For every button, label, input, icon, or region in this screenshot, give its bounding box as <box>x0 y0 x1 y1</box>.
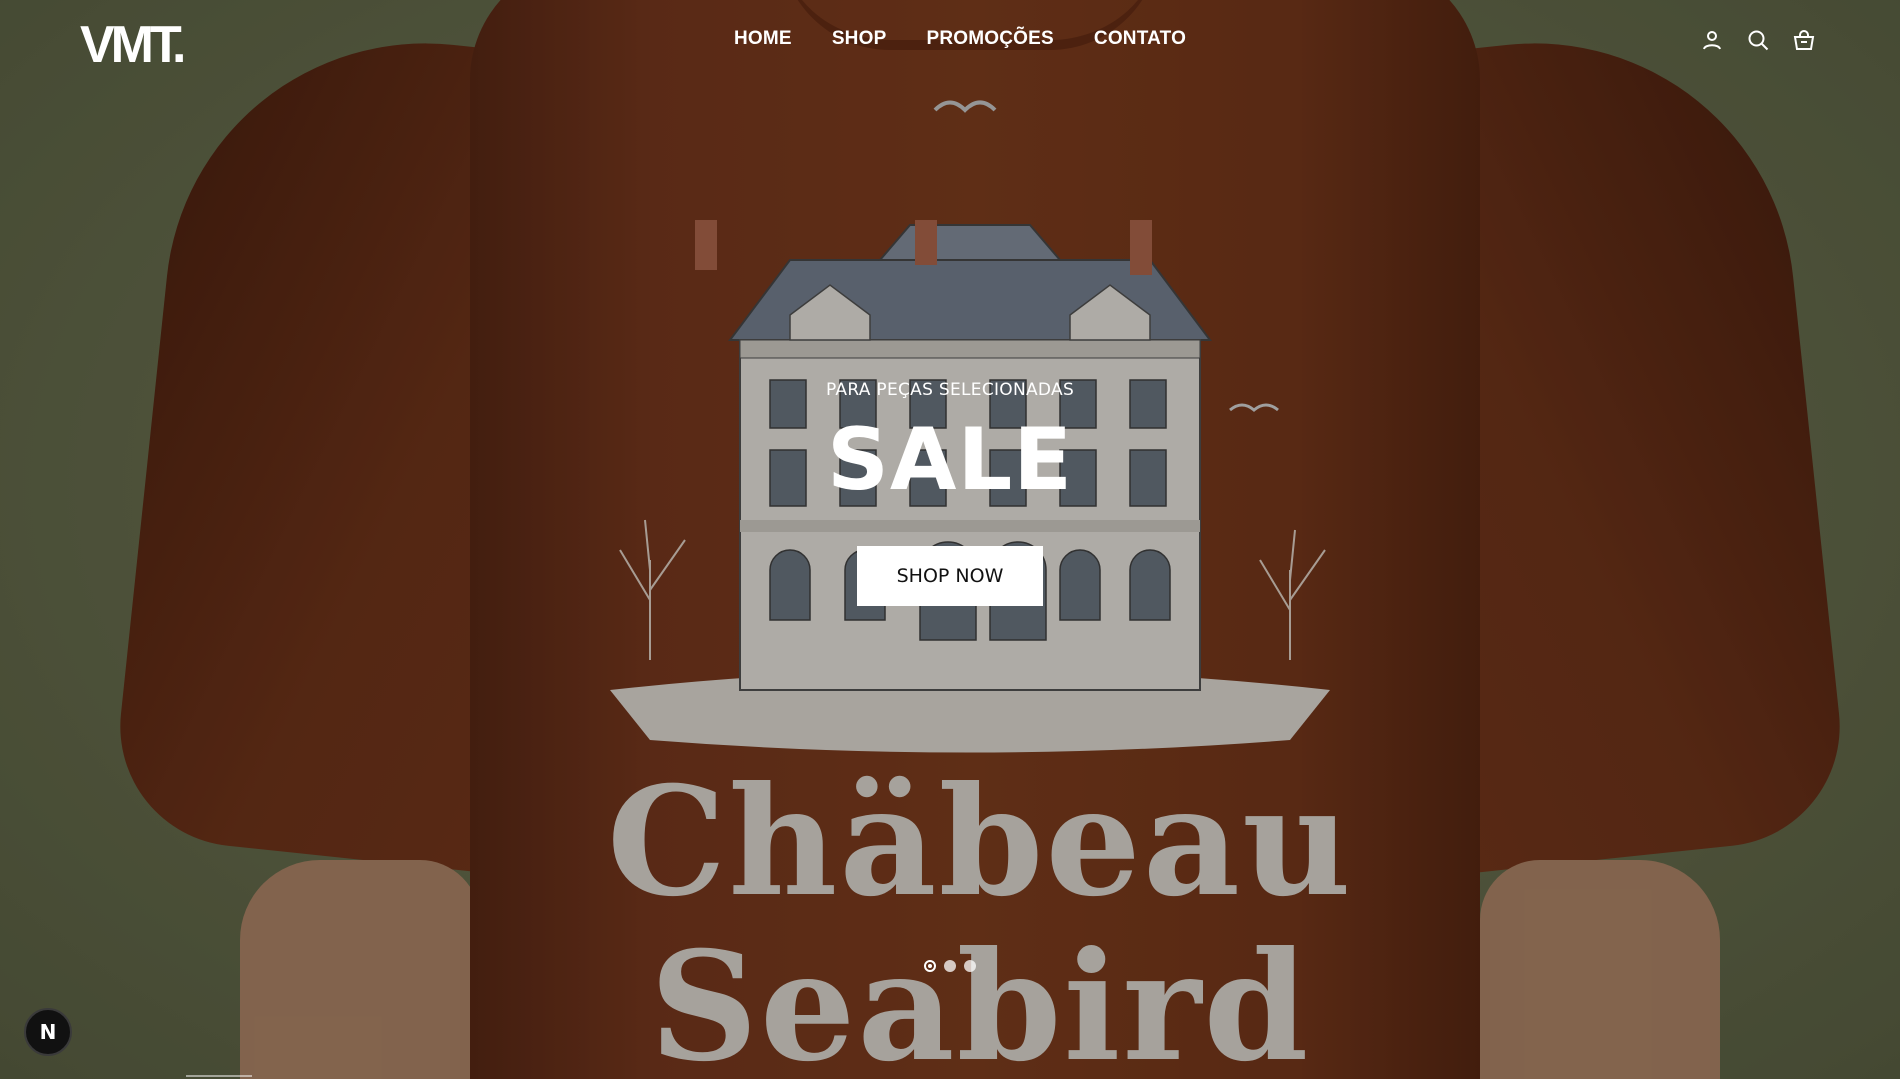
user-icon[interactable] <box>1700 28 1724 52</box>
hero-headline: SALE <box>826 410 1074 510</box>
bag-icon[interactable] <box>1792 28 1816 52</box>
slide-dot-2[interactable] <box>944 960 956 972</box>
hero-content: PARA PEÇAS SELECIONADAS SALE SHOP NOW <box>0 380 1900 606</box>
slide-dot-3[interactable] <box>964 960 976 972</box>
main-nav: HOME SHOP PROMOÇÕES CONTATO <box>734 28 1186 50</box>
search-icon[interactable] <box>1746 28 1770 52</box>
nav-home[interactable]: HOME <box>734 28 792 50</box>
nav-shop[interactable]: SHOP <box>832 28 887 50</box>
site-header: VMT. HOME SHOP PROMOÇÕES CONTATO <box>0 0 1900 80</box>
slide-dot-1[interactable] <box>924 960 936 972</box>
header-actions <box>1700 28 1816 52</box>
slider-pagination <box>924 960 976 972</box>
hero-subtitle: PARA PEÇAS SELECIONADAS <box>825 380 1075 400</box>
nav-contato[interactable]: CONTATO <box>1094 28 1186 50</box>
divider <box>186 1075 252 1077</box>
nav-promocoes[interactable]: PROMOÇÕES <box>926 28 1053 50</box>
dev-tools-badge[interactable]: N <box>24 1008 72 1056</box>
shop-now-button[interactable]: SHOP NOW <box>857 546 1043 606</box>
site-logo[interactable]: VMT. <box>80 15 186 75</box>
